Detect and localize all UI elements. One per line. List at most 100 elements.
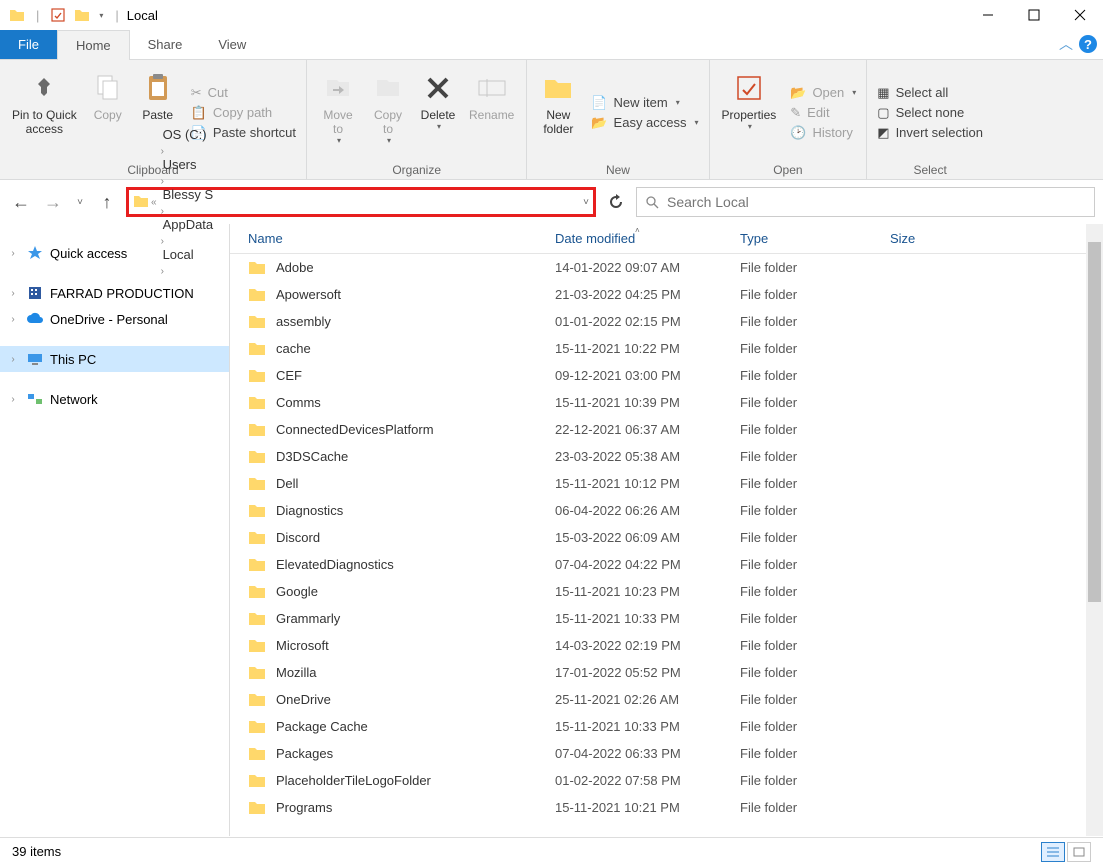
collapse-ribbon-icon[interactable]: ︿: [1059, 34, 1073, 54]
file-row[interactable]: ElevatedDiagnostics07-04-2022 04:22 PMFi…: [230, 551, 1103, 578]
file-row[interactable]: Google15-11-2021 10:23 PMFile folder: [230, 578, 1103, 605]
maximize-button[interactable]: [1011, 0, 1057, 30]
tab-share[interactable]: Share: [130, 30, 201, 59]
scrollbar-thumb[interactable]: [1088, 242, 1101, 602]
copy-path-button[interactable]: 📋Copy path: [187, 104, 300, 122]
qat-properties-icon[interactable]: [47, 4, 69, 26]
ribbon-group-organize: Move to ▾ Copy to ▾ Delete ▾ Rename Orga…: [307, 60, 527, 179]
file-row[interactable]: CEF09-12-2021 03:00 PMFile folder: [230, 362, 1103, 389]
properties-button[interactable]: Properties ▾: [716, 64, 783, 161]
folder-icon: [248, 314, 266, 329]
file-name: Packages: [276, 746, 333, 761]
view-icons-button[interactable]: [1067, 842, 1091, 862]
file-row[interactable]: Discord15-03-2022 06:09 AMFile folder: [230, 524, 1103, 551]
file-type: File folder: [740, 611, 890, 626]
edit-label: Edit: [807, 105, 829, 120]
file-row[interactable]: Microsoft14-03-2022 02:19 PMFile folder: [230, 632, 1103, 659]
file-row[interactable]: Dell15-11-2021 10:12 PMFile folder: [230, 470, 1103, 497]
status-bar: 39 items: [0, 837, 1103, 865]
new-item-button[interactable]: 📄New item▾: [587, 94, 702, 112]
file-row[interactable]: cache15-11-2021 10:22 PMFile folder: [230, 335, 1103, 362]
file-date: 14-01-2022 09:07 AM: [555, 260, 740, 275]
cloud-icon: [26, 310, 44, 328]
sidebar-item[interactable]: ›Quick access: [0, 240, 229, 266]
sidebar-item[interactable]: ›OneDrive - Personal: [0, 306, 229, 332]
open-button[interactable]: 📂Open▾: [786, 84, 860, 102]
select-all-button[interactable]: ▦Select all: [873, 84, 987, 102]
column-header-date[interactable]: Date modified: [555, 231, 740, 246]
help-icon[interactable]: ?: [1079, 35, 1097, 53]
file-row[interactable]: Comms15-11-2021 10:39 PMFile folder: [230, 389, 1103, 416]
search-input[interactable]: [667, 194, 1086, 210]
folder-icon: [248, 287, 266, 302]
file-row[interactable]: Apowersoft21-03-2022 04:25 PMFile folder: [230, 281, 1103, 308]
column-header-name[interactable]: Name: [230, 231, 555, 246]
file-type: File folder: [740, 557, 890, 572]
easy-access-button[interactable]: 📂Easy access▾: [587, 114, 702, 132]
refresh-button[interactable]: [602, 188, 630, 216]
minimize-button[interactable]: [965, 0, 1011, 30]
file-row[interactable]: Grammarly15-11-2021 10:33 PMFile folder: [230, 605, 1103, 632]
file-row[interactable]: Programs15-11-2021 10:21 PMFile folder: [230, 794, 1103, 821]
copy-to-button[interactable]: Copy to ▾: [363, 64, 413, 161]
sidebar-item-label: Quick access: [50, 246, 127, 261]
column-header-size[interactable]: Size: [890, 231, 1103, 246]
column-headers: ˄ Name Date modified Type Size: [230, 224, 1103, 254]
sidebar-item-label: Network: [50, 392, 98, 407]
file-date: 06-04-2022 06:26 AM: [555, 503, 740, 518]
file-row[interactable]: assembly01-01-2022 02:15 PMFile folder: [230, 308, 1103, 335]
file-date: 01-02-2022 07:58 PM: [555, 773, 740, 788]
pin-quick-access-button[interactable]: Pin to Quick access: [6, 64, 83, 161]
ribbon-group-open: Properties ▾ 📂Open▾ ✎Edit 🕑History Open: [710, 60, 868, 179]
breadcrumb[interactable]: « OS (C:)›Users›Blessy S›AppData›Local› …: [126, 187, 596, 217]
search-box[interactable]: [636, 187, 1095, 217]
breadcrumb-item[interactable]: Blessy S: [159, 187, 218, 202]
qat-dropdown-icon[interactable]: ▾: [95, 4, 107, 26]
breadcrumb-item[interactable]: OS (C:): [159, 127, 218, 142]
star-icon: [26, 244, 44, 262]
sidebar-item[interactable]: ›This PC: [0, 346, 229, 372]
file-date: 21-03-2022 04:25 PM: [555, 287, 740, 302]
new-folder-button[interactable]: New folder: [533, 64, 583, 161]
select-none-button[interactable]: ▢Select none: [873, 104, 987, 122]
file-row[interactable]: Mozilla17-01-2022 05:52 PMFile folder: [230, 659, 1103, 686]
breadcrumb-item[interactable]: Users: [159, 157, 218, 172]
cut-icon: ✂: [191, 85, 202, 101]
back-button[interactable]: ←: [8, 189, 34, 215]
file-row[interactable]: Adobe14-01-2022 09:07 AMFile folder: [230, 254, 1103, 281]
file-date: 07-04-2022 04:22 PM: [555, 557, 740, 572]
scrollbar[interactable]: [1086, 224, 1103, 836]
column-header-type[interactable]: Type: [740, 231, 890, 246]
delete-button[interactable]: Delete ▾: [413, 64, 463, 161]
group-label: Select: [873, 161, 987, 177]
sidebar-item[interactable]: ›FARRAD PRODUCTION: [0, 280, 229, 306]
view-details-button[interactable]: [1041, 842, 1065, 862]
copy-button[interactable]: Copy: [83, 64, 133, 161]
file-row[interactable]: Package Cache15-11-2021 10:33 PMFile fol…: [230, 713, 1103, 740]
file-name: OneDrive: [276, 692, 331, 707]
network-icon: [26, 390, 44, 408]
file-row[interactable]: D3DSCache23-03-2022 05:38 AMFile folder: [230, 443, 1103, 470]
file-row[interactable]: ConnectedDevicesPlatform22-12-2021 06:37…: [230, 416, 1103, 443]
sidebar-item[interactable]: ›Network: [0, 386, 229, 412]
rename-button[interactable]: Rename: [463, 64, 520, 161]
file-type: File folder: [740, 368, 890, 383]
invert-selection-button[interactable]: ◩Invert selection: [873, 124, 987, 142]
folder-icon: [248, 476, 266, 491]
forward-button[interactable]: →: [40, 189, 66, 215]
tab-home[interactable]: Home: [57, 30, 130, 60]
tab-file[interactable]: File: [0, 30, 57, 59]
file-row[interactable]: Diagnostics06-04-2022 06:26 AMFile folde…: [230, 497, 1103, 524]
breadcrumb-dropdown-icon[interactable]: ˅: [583, 197, 589, 208]
file-row[interactable]: OneDrive25-11-2021 02:26 AMFile folder: [230, 686, 1103, 713]
history-button[interactable]: 🕑History: [786, 124, 860, 142]
file-row[interactable]: PlaceholderTileLogoFolder01-02-2022 07:5…: [230, 767, 1103, 794]
edit-button[interactable]: ✎Edit: [786, 104, 860, 122]
up-button[interactable]: ↑: [94, 189, 120, 215]
tab-view[interactable]: View: [200, 30, 264, 59]
recent-locations-button[interactable]: ˅: [72, 189, 88, 215]
file-row[interactable]: Packages07-04-2022 06:33 PMFile folder: [230, 740, 1103, 767]
cut-button[interactable]: ✂Cut: [187, 84, 300, 102]
move-to-button[interactable]: Move to ▾: [313, 64, 363, 161]
close-button[interactable]: [1057, 0, 1103, 30]
